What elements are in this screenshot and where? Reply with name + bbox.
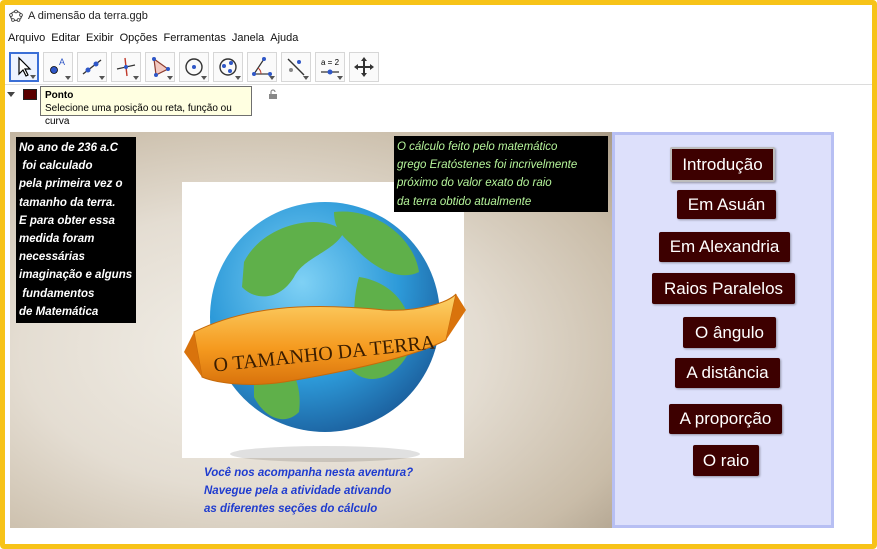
polygon-tool-button[interactable] bbox=[145, 51, 175, 82]
tool-tooltip: Ponto Selecione uma posição ou reta, fun… bbox=[40, 86, 252, 127]
tooltip-title: Ponto bbox=[45, 90, 74, 101]
intro-line: medida foram bbox=[19, 233, 95, 246]
intro-line: de Matemática bbox=[19, 305, 99, 318]
intro-line: E para obter essa bbox=[19, 214, 115, 227]
invitation-text-block: Você nos acompanha nesta aventura? Naveg… bbox=[204, 464, 444, 518]
line-tool-button[interactable] bbox=[77, 51, 107, 82]
menu-opcoes[interactable]: Opções bbox=[120, 32, 158, 44]
color-swatch[interactable] bbox=[23, 88, 37, 100]
nav-button-raios-paralelos[interactable]: Raios Paralelos bbox=[652, 273, 795, 304]
nav-button-o-raio[interactable]: O raio bbox=[693, 445, 759, 476]
tooltip-text: Selecione uma posição ou reta, função ou… bbox=[45, 103, 232, 127]
calc-line: grego Eratóstenes foi incrivelmente bbox=[397, 159, 578, 172]
intro-line: tamanho da terra. bbox=[19, 196, 116, 209]
circle-tool-button[interactable] bbox=[179, 51, 209, 82]
intro-text-block: No ano de 236 a.C foi calculado pela pri… bbox=[16, 137, 136, 323]
reflect-tool-button[interactable] bbox=[281, 51, 311, 82]
move-tool-button[interactable] bbox=[9, 51, 39, 82]
intro-line: fundamentos bbox=[19, 287, 95, 300]
lock-icon[interactable] bbox=[267, 88, 279, 100]
slider-tool-button[interactable]: a = 2 bbox=[315, 51, 345, 82]
menu-arquivo[interactable]: Arquivo bbox=[8, 32, 45, 44]
menu-editar[interactable]: Editar bbox=[51, 32, 80, 44]
nav-button-em-asuan[interactable]: Em Asuán bbox=[677, 190, 776, 219]
invite-line: as diferentes seções do cálculo bbox=[204, 503, 378, 515]
point-tool-button[interactable]: A bbox=[43, 51, 73, 82]
nav-button-o-angulo[interactable]: O ângulo bbox=[683, 317, 776, 348]
nav-button-introducao[interactable]: Introdução bbox=[670, 147, 775, 182]
intro-line: necessárias bbox=[19, 251, 85, 264]
move-graphics-view-button[interactable] bbox=[349, 51, 379, 82]
menu-bar: Arquivo Editar Exibir Opções Ferramentas… bbox=[5, 29, 872, 47]
calc-line: da terra obtido atualmente bbox=[397, 195, 532, 208]
conic-tool-button[interactable] bbox=[213, 51, 243, 82]
nav-button-a-distancia[interactable]: A distância bbox=[675, 358, 780, 388]
intro-line: No ano de 236 a.C bbox=[19, 142, 119, 154]
menu-exibir[interactable]: Exibir bbox=[86, 32, 114, 44]
invite-line: Você nos acompanha nesta aventura? bbox=[204, 467, 414, 479]
calc-line: O cálculo feito pelo matemático bbox=[397, 141, 558, 153]
invite-line: Navegue pela a atividade ativando bbox=[204, 485, 392, 497]
slider-tool-label: a = 2 bbox=[321, 58, 340, 67]
calculation-text-block: O cálculo feito pelo matemático grego Er… bbox=[394, 136, 608, 212]
calc-line: próximo do valor exato do raio bbox=[397, 177, 552, 190]
window-title: A dimensão da terra.ggb bbox=[28, 10, 148, 22]
earth-globe-image: O TAMANHO DA TERRA bbox=[184, 202, 466, 462]
intro-line: pela primeira vez o bbox=[19, 178, 123, 191]
move-graphics-view-icon bbox=[354, 56, 374, 77]
geogebra-logo-icon bbox=[9, 9, 23, 22]
nav-button-a-proporcao[interactable]: A proporção bbox=[669, 404, 782, 434]
menu-ferramentas[interactable]: Ferramentas bbox=[163, 32, 225, 44]
title-bar: A dimensão da terra.ggb bbox=[5, 5, 872, 27]
intro-line: foi calculado bbox=[19, 160, 93, 173]
angle-tool-button[interactable] bbox=[247, 51, 277, 82]
menu-janela[interactable]: Janela bbox=[232, 32, 264, 44]
perpendicular-line-tool-button[interactable] bbox=[111, 51, 141, 82]
intro-line: imaginação e alguns bbox=[19, 269, 133, 282]
nav-button-em-alexandria[interactable]: Em Alexandria bbox=[659, 232, 790, 262]
toggle-style-bar-icon[interactable] bbox=[7, 91, 15, 97]
point-tool-label: A bbox=[59, 57, 65, 67]
menu-ajuda[interactable]: Ajuda bbox=[270, 32, 298, 44]
toolbar: A a = 2 bbox=[5, 49, 872, 85]
